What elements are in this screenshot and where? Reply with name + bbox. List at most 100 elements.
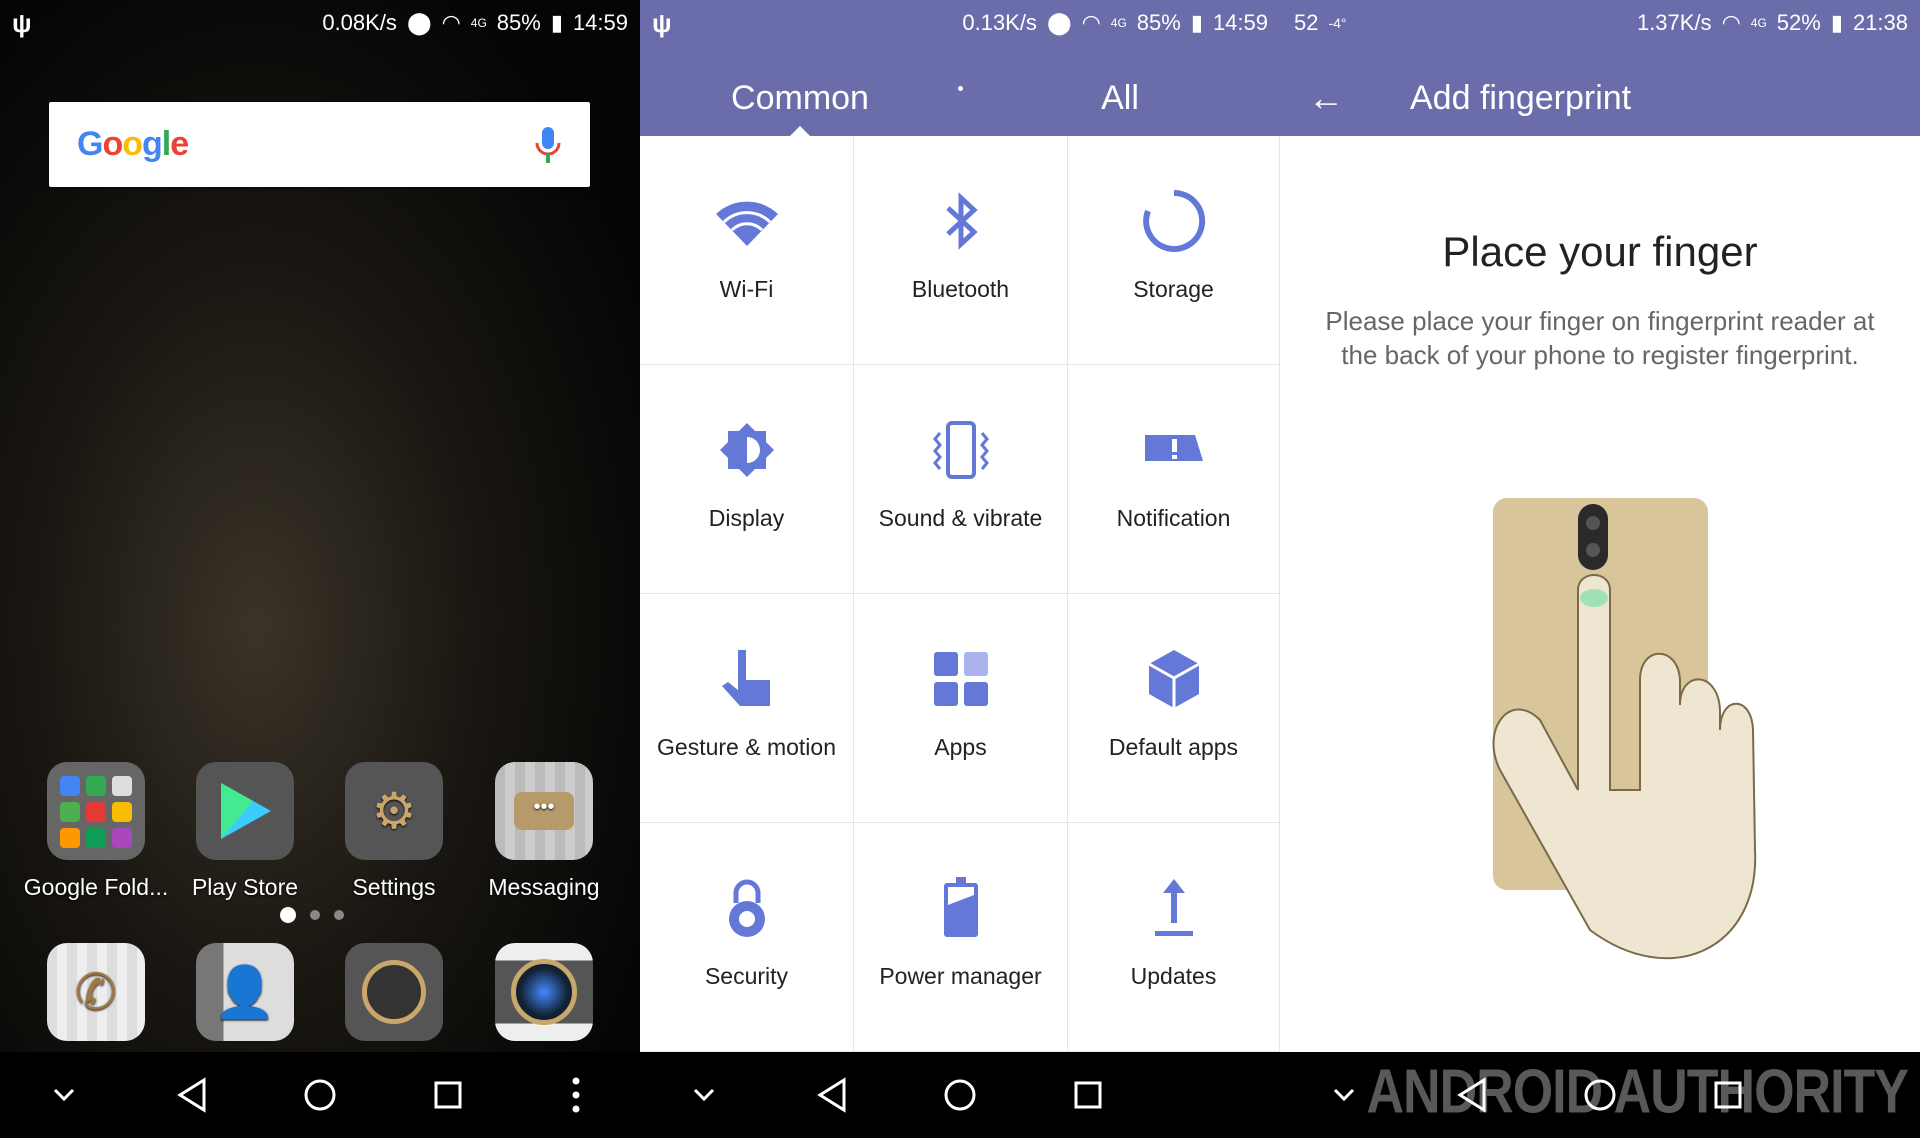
status-notification-1: 52 (1294, 10, 1319, 35)
battery-level: 52% (1776, 10, 1821, 35)
gesture-icon (721, 649, 770, 706)
notification-icon (1144, 434, 1203, 461)
setting-label: Bluetooth (911, 275, 1010, 302)
network-speed: 0.13K/s (962, 10, 1037, 35)
setting-sound-vibrate[interactable]: Sound & vibrate (854, 365, 1068, 594)
setting-notification[interactable]: Notification (1068, 365, 1280, 594)
setting-label: Gesture & motion (657, 733, 836, 760)
tab-divider-dot (958, 86, 963, 91)
app-label: Settings (352, 874, 436, 900)
app-label: Play Store (191, 874, 299, 900)
home-screen: ψ 0.08K/s ⬤ ◠ 4G 85% ▮ 14:59 Google Goog… (0, 0, 640, 1138)
setting-power-manager[interactable]: Power manager (854, 823, 1068, 1052)
page-title: Add fingerprint (1410, 78, 1632, 117)
status-bar: ψ 0.13K/s ⬤ ◠ 4G 85% ▮ 14:59 (640, 0, 1280, 46)
setting-wifi[interactable]: Wi-Fi (640, 136, 854, 365)
wifi-icon: ◠ (1081, 10, 1101, 35)
recents-button[interactable] (1068, 1075, 1108, 1115)
setting-label: Security (704, 962, 789, 989)
setting-label: Apps (934, 733, 987, 760)
setting-label: Wi-Fi (719, 275, 774, 302)
setting-label: Notification (1116, 504, 1231, 531)
tab-common[interactable]: Common (640, 60, 960, 136)
dock-gallery[interactable] (319, 943, 469, 1055)
home-button[interactable] (940, 1075, 980, 1115)
vibrate-icon (932, 420, 989, 479)
google-logo: Google (77, 125, 189, 163)
setting-storage[interactable]: Storage (1068, 136, 1280, 365)
instruction-text: Please place your finger on fingerprint … (1325, 306, 1875, 370)
status-notification-2: -4° (1328, 15, 1347, 31)
contacts-icon: 👤 (196, 943, 294, 1041)
clock: 14:59 (1212, 10, 1268, 35)
apps-icon (933, 651, 988, 706)
setting-security[interactable]: Security (640, 823, 854, 1052)
location-icon: ⬤ (1046, 10, 1072, 35)
battery-level: 85% (496, 10, 541, 35)
lock-icon (728, 879, 765, 937)
phone-icon: ✆ (47, 943, 145, 1041)
setting-label: Power manager (879, 962, 1042, 989)
more-options-button[interactable] (556, 1075, 596, 1115)
add-fingerprint-screen: 52 -4° 1.37K/s ◠ 4G 52% ▮ 21:38 ← Add fi… (1280, 0, 1920, 1138)
storage-icon (1142, 189, 1205, 252)
upload-icon (1154, 878, 1193, 936)
dock-camera[interactable] (469, 943, 619, 1055)
battery-icon: ▮ (550, 10, 563, 35)
location-icon: ⬤ (406, 10, 432, 35)
setting-label: Default apps (1108, 733, 1239, 760)
setting-updates[interactable]: Updates (1068, 823, 1280, 1052)
signal-label: 4G (470, 16, 487, 30)
gear-icon: ⚙ (345, 762, 443, 860)
mic-icon[interactable] (534, 125, 562, 165)
clock: 21:38 (1852, 10, 1908, 35)
page-indicator (280, 907, 344, 923)
display-icon (719, 422, 774, 477)
app-bar: ← Add fingerprint (1280, 60, 1920, 136)
recents-button[interactable] (428, 1075, 468, 1115)
setting-label: Updates (1130, 962, 1217, 989)
wifi-icon: ◠ (441, 10, 461, 35)
app-messaging[interactable]: ••• Messaging (469, 762, 619, 901)
setting-bluetooth[interactable]: Bluetooth (854, 136, 1068, 365)
setting-gesture-motion[interactable]: Gesture & motion (640, 594, 854, 823)
back-button[interactable] (172, 1075, 212, 1115)
setting-display[interactable]: Display (640, 365, 854, 594)
signal-label: 4G (1750, 16, 1767, 30)
setting-apps[interactable]: Apps (854, 594, 1068, 823)
instruction-heading: Place your finger (1442, 228, 1758, 275)
battery-icon: ▮ (1830, 10, 1843, 35)
wifi-icon (715, 201, 778, 246)
setting-label: Sound & vibrate (878, 504, 1043, 531)
signal-label: 4G (1110, 16, 1127, 30)
battery-level: 85% (1136, 10, 1181, 35)
dock-contacts[interactable]: 👤 (170, 943, 320, 1055)
nav-bar (640, 1052, 1280, 1138)
battery-icon (943, 876, 978, 937)
back-button[interactable] (812, 1075, 852, 1115)
settings-tabs: Common All (640, 60, 1280, 136)
app-play-store[interactable]: Play Store (170, 762, 320, 901)
clock: 14:59 (572, 10, 628, 35)
chevron-down-icon[interactable] (44, 1075, 84, 1115)
setting-default-apps[interactable]: Default apps (1068, 594, 1280, 823)
setting-label: Storage (1133, 275, 1214, 302)
app-label: Messaging (488, 874, 600, 900)
dock-phone[interactable]: ✆ (21, 943, 171, 1055)
app-google-folder[interactable]: Google Fold... (21, 762, 171, 901)
app-settings[interactable]: ⚙ Settings (319, 762, 469, 901)
gallery-icon (345, 943, 443, 1041)
usb-icon: ψ (652, 7, 672, 38)
google-search-bar[interactable]: Google (49, 102, 590, 187)
finger-on-phone-illustration (1492, 498, 1757, 960)
play-store-icon (196, 762, 294, 860)
back-arrow-icon[interactable]: ← (1308, 77, 1368, 119)
status-bar: ψ 0.08K/s ⬤ ◠ 4G 85% ▮ 14:59 (0, 0, 640, 46)
home-button[interactable] (300, 1075, 340, 1115)
chevron-down-icon[interactable] (684, 1075, 724, 1115)
chevron-down-icon[interactable] (1324, 1075, 1364, 1115)
nav-bar (0, 1052, 640, 1138)
tab-all[interactable]: All (960, 60, 1280, 136)
folder-icon (47, 762, 145, 860)
status-bar: 52 -4° 1.37K/s ◠ 4G 52% ▮ 21:38 (1280, 0, 1920, 46)
